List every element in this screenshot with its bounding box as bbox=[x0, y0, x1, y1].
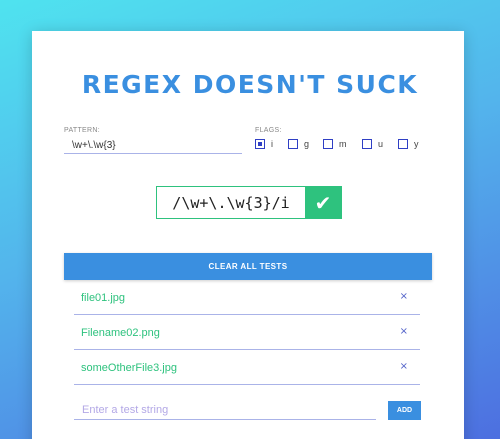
test-item: Filename02.png × bbox=[74, 315, 420, 350]
test-string-input[interactable] bbox=[74, 400, 376, 420]
flag-g-checkbox[interactable] bbox=[288, 139, 298, 149]
flag-u-label: u bbox=[378, 139, 384, 149]
page-title: REGEX DOESN'T SUCK bbox=[81, 70, 419, 99]
remove-icon[interactable]: × bbox=[400, 291, 408, 302]
check-icon: ✔ bbox=[305, 187, 341, 218]
flag-u-checkbox[interactable] bbox=[362, 139, 372, 149]
test-item: file01.jpg × bbox=[74, 280, 420, 315]
flag-i-label: i bbox=[271, 139, 273, 149]
remove-icon[interactable]: × bbox=[400, 326, 408, 337]
flag-m[interactable]: m bbox=[323, 139, 347, 149]
test-string: someOtherFile3.jpg bbox=[81, 362, 177, 374]
pattern-label: PATTERN: bbox=[64, 127, 100, 134]
flag-m-checkbox[interactable] bbox=[323, 139, 333, 149]
test-string: Filename02.png bbox=[81, 327, 160, 339]
flag-y-checkbox[interactable] bbox=[398, 139, 408, 149]
pattern-input[interactable] bbox=[64, 137, 242, 154]
flag-y-label: y bbox=[414, 139, 419, 149]
regex-result: /\w+\.\w{3}/i ✔ bbox=[156, 186, 342, 219]
test-string: file01.jpg bbox=[81, 292, 126, 304]
flag-g[interactable]: g bbox=[288, 139, 309, 149]
flag-i[interactable]: i bbox=[255, 139, 273, 149]
remove-icon[interactable]: × bbox=[400, 361, 408, 372]
flag-g-label: g bbox=[304, 139, 310, 149]
clear-all-tests-button[interactable]: CLEAR ALL TESTS bbox=[64, 253, 432, 280]
flag-m-label: m bbox=[339, 139, 347, 149]
flag-u[interactable]: u bbox=[362, 139, 383, 149]
flag-i-checkbox[interactable] bbox=[255, 139, 265, 149]
flags-label: FLAGS: bbox=[255, 127, 282, 134]
add-test-button[interactable]: ADD bbox=[388, 401, 421, 420]
flag-y[interactable]: y bbox=[398, 139, 419, 149]
test-item: someOtherFile3.jpg × bbox=[74, 350, 420, 385]
regex-display: /\w+\.\w{3}/i bbox=[172, 193, 290, 212]
